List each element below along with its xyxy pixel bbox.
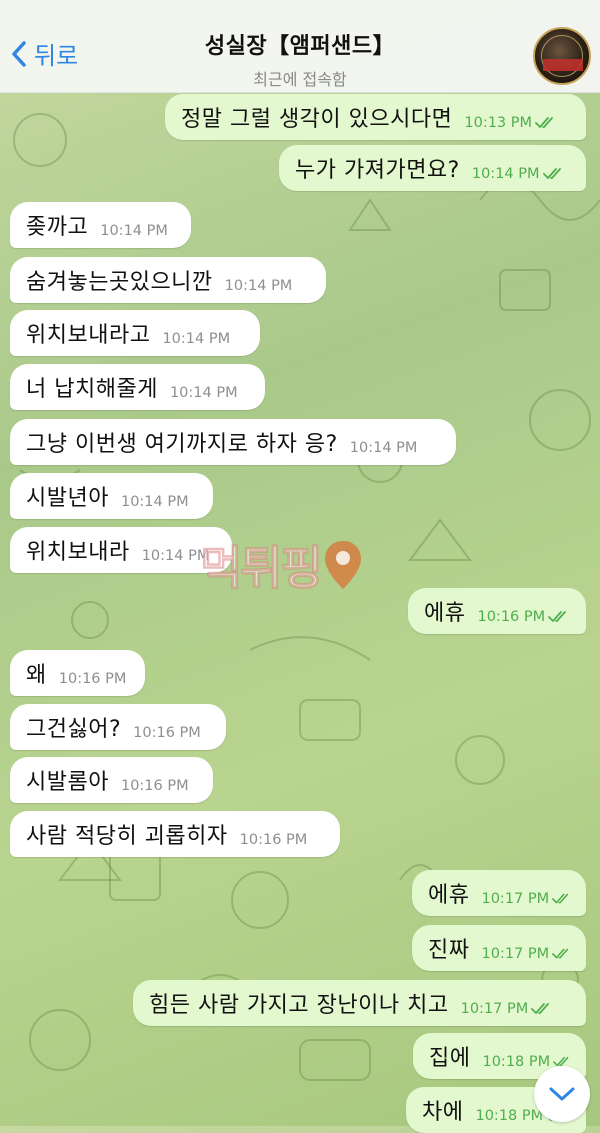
message-text: 왜 [26,663,47,688]
incoming-message[interactable]: 좆까고 10:14 PM [10,202,191,248]
incoming-message[interactable]: 왜 10:16 PM [10,650,145,696]
message-time: 10:13 PM [464,115,533,131]
avatar[interactable] [533,27,591,85]
message-time: 10:14 PM [162,331,231,347]
incoming-message[interactable]: 위치보내라고 10:14 PM [10,310,260,356]
message-time: 10:17 PM [460,1001,529,1017]
incoming-message[interactable]: 숨겨놓는곳있으니깐 10:14 PM [10,257,326,303]
incoming-message[interactable]: 너 납치해줄게 10:14 PM [10,364,265,410]
chevron-down-icon [549,1087,575,1101]
incoming-message[interactable]: 위치보내라 10:14 PM [10,527,232,573]
double-check-icon [542,168,561,179]
double-check-icon [531,1003,550,1014]
double-check-icon [552,948,569,959]
message-time: 10:17 PM [481,946,550,962]
message-text: 너 납치해줄게 [26,377,158,402]
message-text: 시발년아 [26,486,109,511]
message-text: 좆까고 [26,215,89,240]
chat-title: 성실장【앰퍼샌드】 [204,34,396,59]
message-text: 그건싫어? [26,717,122,742]
message-time: 10:14 PM [120,494,189,510]
outgoing-message[interactable]: 힘든 사람 가지고 장난이나 치고 10:17 PM [133,980,586,1026]
double-check-icon [535,117,553,128]
message-text: 진짜 [428,938,470,963]
watermark-text: 먹튀핑 [200,541,324,596]
outgoing-message[interactable]: 에휴 10:16 PM [408,588,586,634]
message-text: 숨겨놓는곳있으니깐 [26,270,213,295]
chat-title-area[interactable]: 성실장【앰퍼샌드】 최근에 접속함 [130,28,470,90]
message-text: 위치보내라 [26,540,130,565]
outgoing-message[interactable]: 누가 가져가면요? 10:14 PM [279,145,586,191]
outgoing-message[interactable]: 진짜 10:17 PM [412,925,586,971]
message-text: 시발롬아 [26,770,109,795]
message-time: 10:16 PM [58,671,127,687]
chat-header: 뒤로 성실장【앰퍼샌드】 최근에 접속함 [0,0,600,93]
back-button[interactable]: 뒤로 [6,36,78,71]
double-check-icon [552,893,569,904]
last-seen-status: 최근에 접속함 [253,70,347,89]
outgoing-message[interactable]: 에휴 10:17 PM [412,870,586,916]
message-text: 에휴 [428,883,470,908]
message-time: 10:18 PM [475,1108,544,1124]
incoming-message[interactable]: 그냥 이번생 여기까지로 하자 응? 10:14 PM [10,419,456,465]
message-time: 10:16 PM [477,609,546,625]
watermark: 먹튀핑 [200,532,363,598]
outgoing-message[interactable]: 정말 그럴 생각이 있으시다면 10:13 PM [165,94,586,140]
double-check-icon [548,611,567,622]
scroll-to-bottom-button[interactable] [534,1066,590,1122]
message-time: 10:14 PM [224,278,293,294]
message-text: 위치보내라고 [26,323,151,348]
message-text: 집에 [429,1046,471,1071]
message-time: 10:16 PM [239,832,308,848]
message-time: 10:17 PM [481,891,550,907]
incoming-message[interactable]: 시발년아 10:14 PM [10,473,213,519]
incoming-message[interactable]: 그건싫어? 10:16 PM [10,704,226,750]
incoming-message[interactable]: 시발롬아 10:16 PM [10,757,213,803]
message-time: 10:14 PM [471,166,540,182]
chevron-left-icon [12,40,26,67]
map-pin-icon [324,541,361,589]
message-text: 정말 그럴 생각이 있으시다면 [181,107,453,132]
message-time: 10:14 PM [100,223,168,239]
message-time: 10:14 PM [349,440,418,456]
message-text: 누가 가져가면요? [295,158,460,183]
incoming-message[interactable]: 사람 적당히 괴롭히자 10:16 PM [10,811,340,857]
message-text: 에휴 [424,601,466,626]
back-label: 뒤로 [34,42,79,70]
message-text: 힘든 사람 가지고 장난이나 치고 [149,993,449,1018]
message-text: 그냥 이번생 여기까지로 하자 응? [26,432,338,457]
message-time: 10:18 PM [482,1054,551,1070]
message-time: 10:14 PM [169,385,238,401]
message-text: 사람 적당히 괴롭히자 [26,824,228,849]
message-text: 차에 [422,1100,464,1125]
message-time: 10:16 PM [120,778,189,794]
message-time: 10:16 PM [133,725,201,741]
